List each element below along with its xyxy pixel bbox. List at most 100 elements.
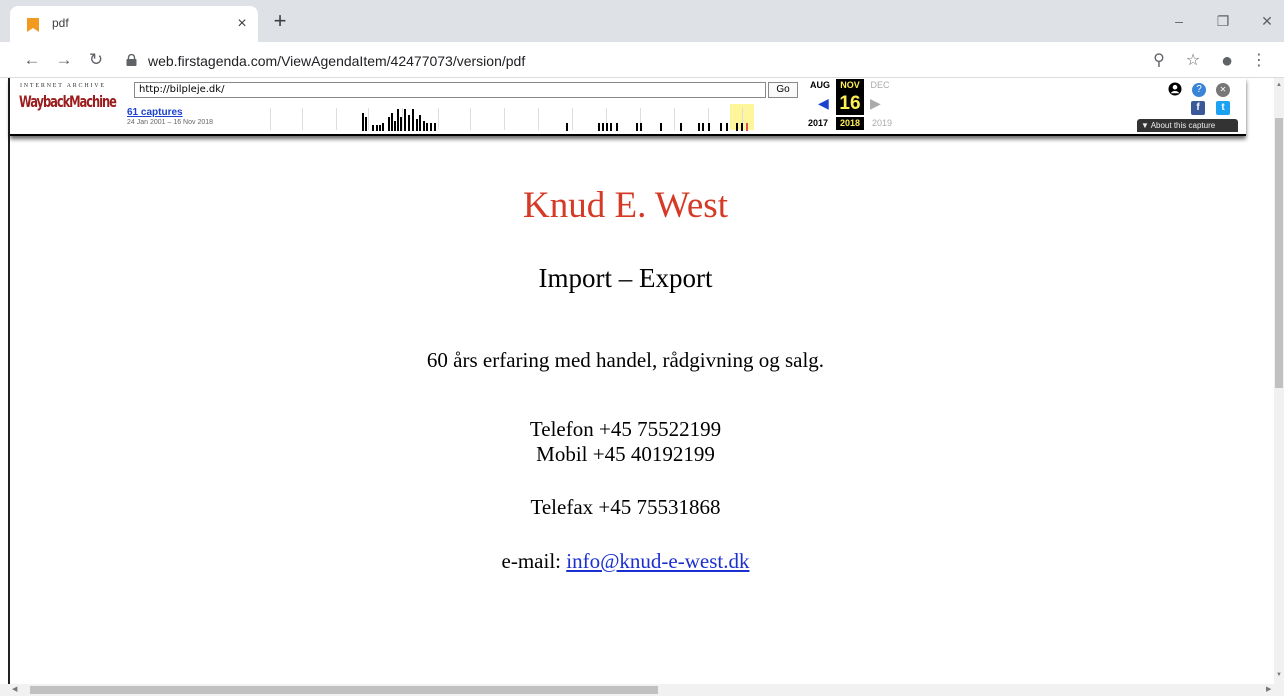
wayback-go-button[interactable]: Go: [768, 82, 798, 98]
facebook-icon[interactable]: f: [1191, 101, 1205, 115]
sparkline-capture-bar: [720, 123, 722, 131]
sparkline-year-separator: [504, 108, 505, 130]
page-subheading: Import – Export: [538, 263, 713, 293]
email-label: e-mail:: [501, 549, 567, 573]
year-prev[interactable]: 2017: [804, 118, 832, 128]
window-close-icon[interactable]: ✕: [1252, 8, 1282, 34]
sparkline-capture-bar: [408, 115, 410, 131]
restore-icon[interactable]: ❐: [1208, 8, 1238, 34]
sparkline-capture-bar: [397, 109, 399, 131]
sparkline-capture-bar: [419, 115, 421, 131]
vertical-scroll-thumb[interactable]: [1275, 118, 1283, 388]
sparkline-capture-bar: [680, 123, 682, 131]
capture-sparkline[interactable]: [242, 102, 772, 134]
sparkline-capture-bar: [423, 121, 425, 131]
email-line: e-mail: info@knud-e-west.dk: [10, 549, 1241, 574]
sparkline-capture-bar: [726, 123, 728, 131]
vertical-scrollbar[interactable]: ▲ ▼: [1274, 78, 1284, 684]
scroll-up-icon[interactable]: ▲: [1276, 82, 1282, 88]
tab-title: pdf: [52, 16, 69, 30]
sparkline-capture-bar: [388, 117, 390, 131]
sparkline-capture-bar: [640, 123, 642, 131]
sparkline-year-separator: [336, 108, 337, 130]
zoom-icon[interactable]: ⚲: [1148, 50, 1170, 72]
sparkline-capture-bar: [404, 109, 406, 131]
url-text[interactable]: web.firstagenda.com/ViewAgendaItem/42477…: [148, 53, 525, 69]
sparkline-year-separator: [402, 108, 403, 130]
sparkline-capture-bar: [412, 109, 414, 131]
sparkline-capture-bar: [426, 123, 428, 131]
sparkline-capture-bar: [391, 113, 393, 131]
month-next: DEC: [870, 80, 890, 90]
sparkline-capture-bar: [394, 121, 396, 131]
address-bar[interactable]: web.firstagenda.com/ViewAgendaItem/42477…: [116, 46, 1272, 74]
new-tab-button[interactable]: +: [268, 10, 292, 34]
profile-icon[interactable]: ●: [1216, 50, 1238, 72]
back-icon[interactable]: ←: [20, 48, 44, 72]
wayback-logo[interactable]: WaybackMachine: [19, 92, 117, 111]
sparkline-capture-bar: [362, 113, 364, 131]
sparkline-capture-bar: [379, 125, 381, 131]
year-next: 2019: [871, 118, 893, 128]
internet-archive-label: INTERNET ARCHIVE: [20, 83, 106, 89]
sparkline-capture-bar: [736, 123, 738, 131]
menu-icon[interactable]: ⋮: [1248, 50, 1270, 72]
close-capture-icon[interactable]: ✕: [1216, 83, 1230, 97]
forward-icon[interactable]: →: [52, 48, 76, 72]
sparkline-capture-bar: [598, 123, 600, 131]
month-prev[interactable]: AUG: [806, 80, 834, 90]
prev-capture-icon[interactable]: ◀: [818, 95, 829, 112]
year-current: 2018: [836, 117, 864, 130]
sparkline-year-separator: [438, 108, 439, 130]
horizontal-scrollbar[interactable]: ◀ ▶: [0, 684, 1284, 696]
sparkline-capture-bar: [606, 123, 608, 131]
user-icon[interactable]: [1168, 82, 1182, 96]
sparkline-capture-bar: [382, 123, 384, 131]
scroll-down-icon[interactable]: ▼: [1276, 672, 1282, 678]
favicon-icon: [27, 18, 39, 32]
horizontal-scroll-thumb[interactable]: [30, 686, 658, 694]
browser-tab[interactable]: pdf ×: [10, 6, 258, 42]
next-capture-icon[interactable]: ▶: [870, 95, 881, 112]
sparkline-capture-bar: [372, 125, 374, 131]
captures-link[interactable]: 61 captures: [127, 107, 183, 118]
sparkline-capture-bar: [400, 117, 402, 131]
page-viewport: INTERNET ARCHIVE WaybackMachine http://b…: [0, 78, 1284, 696]
sparkline-year-separator: [368, 108, 369, 130]
email-link[interactable]: info@knud-e-west.dk: [566, 549, 749, 573]
captures-date-range: 24 Jan 2001 – 16 Nov 2018: [127, 119, 214, 126]
sparkline-capture-bar: [434, 123, 436, 131]
help-icon[interactable]: ?: [1192, 83, 1206, 97]
sparkline-capture-bar: [698, 123, 700, 131]
sparkline-capture-bar: [602, 123, 604, 131]
wayback-url-input[interactable]: http://bilpleje.dk/: [134, 82, 766, 98]
sparkline-capture-bar: [616, 123, 618, 131]
bookmark-star-icon[interactable]: ☆: [1182, 50, 1204, 72]
sparkline-capture-bar: [376, 125, 378, 131]
sparkline-capture-bar: [566, 123, 568, 131]
scroll-right-icon[interactable]: ▶: [1266, 685, 1271, 693]
sparkline-year-separator: [270, 108, 271, 130]
sparkline-capture-bar: [365, 117, 367, 131]
sparkline-year-separator: [674, 108, 675, 130]
sparkline-year-separator: [538, 108, 539, 130]
reload-icon[interactable]: ↻: [84, 48, 108, 72]
about-this-capture-button[interactable]: ▼ About this capture: [1137, 119, 1238, 132]
mobile-number: Mobil +45 40192199: [536, 442, 715, 466]
tab-close-icon[interactable]: ×: [232, 14, 252, 34]
lock-icon: [126, 54, 137, 66]
sparkline-capture-bar: [660, 123, 662, 131]
twitter-icon[interactable]: t: [1216, 101, 1230, 115]
page-frame-border: [8, 78, 10, 688]
capture-day: 16: [836, 93, 864, 115]
minimize-icon[interactable]: –: [1164, 8, 1194, 34]
page-tagline: 60 års erfaring med handel, rådgivning o…: [426, 348, 825, 372]
browser-toolbar: ← → ↻ web.firstagenda.com/ViewAgendaItem…: [0, 42, 1284, 78]
wayback-toolbar: INTERNET ARCHIVE WaybackMachine http://b…: [10, 78, 1246, 136]
sparkline-year-separator: [470, 108, 471, 130]
scroll-left-icon[interactable]: ◀: [12, 685, 17, 693]
sparkline-capture-bar: [430, 123, 432, 131]
sparkline-capture-bar: [416, 119, 418, 131]
sparkline-capture-bar: [636, 123, 638, 131]
sparkline-year-separator: [302, 108, 303, 130]
